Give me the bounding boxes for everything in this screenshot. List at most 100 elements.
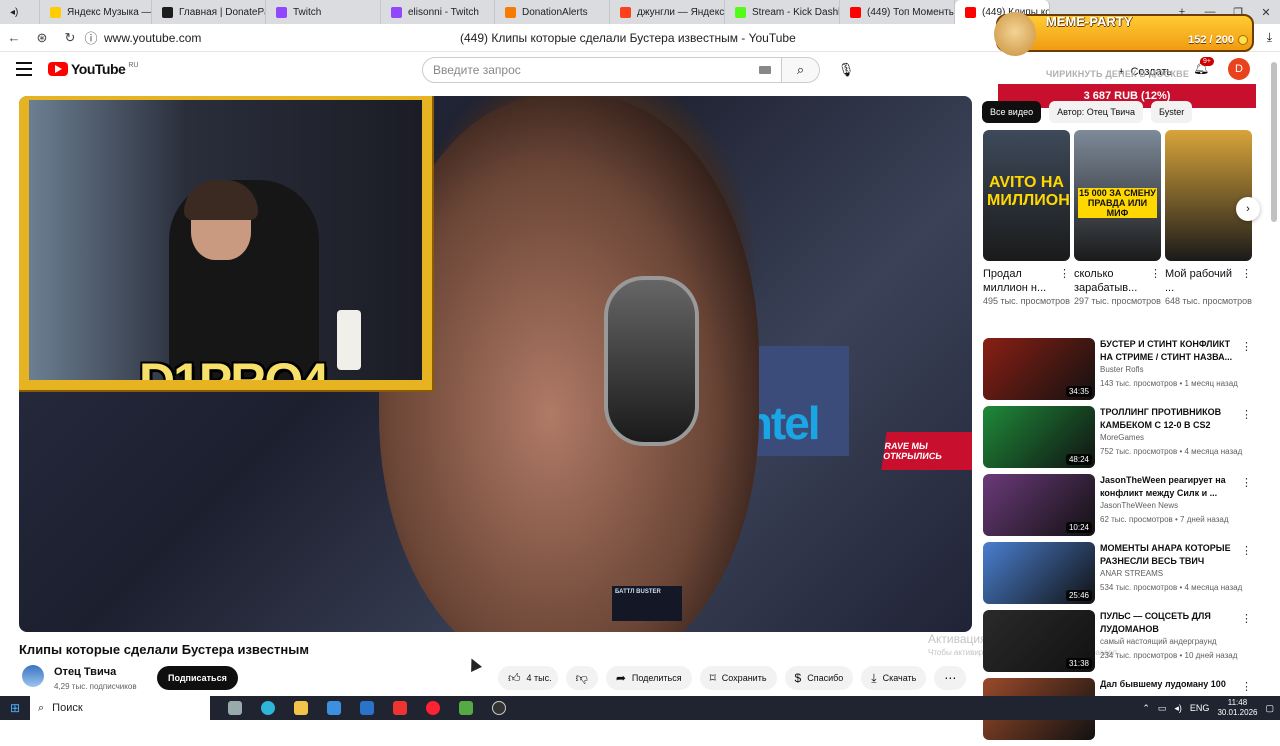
edge-icon[interactable] bbox=[251, 696, 284, 720]
share-button[interactable]: ➦ Поделиться bbox=[605, 666, 692, 690]
filter-chip[interactable]: Все видео bbox=[982, 101, 1042, 123]
channel-name[interactable]: MoreGames bbox=[1100, 433, 1144, 442]
tab-audio-control[interactable]: ◂) bbox=[0, 0, 40, 24]
page-scrollbar[interactable] bbox=[1270, 56, 1278, 696]
recommended-video[interactable]: 10:24 JasonTheWeen реагирует на конфликт … bbox=[983, 474, 1263, 542]
windows-start-icon[interactable]: ⊞ bbox=[0, 696, 30, 720]
recommended-list: 34:35 БУСТЕР И СТИНТ КОНФЛИКТ НА СТРИМЕ /… bbox=[983, 338, 1263, 746]
search-input[interactable]: Введите запрос bbox=[422, 57, 782, 83]
short-card[interactable]: 15 000 ЗА СМЕНУ ПРАВДА ИЛИ МИФ сколько за… bbox=[1074, 130, 1161, 308]
more-vert-icon[interactable]: ⋮ bbox=[1241, 340, 1252, 353]
url-field[interactable]: www.youtube.com bbox=[104, 31, 201, 45]
close-window-button[interactable]: ✕ bbox=[1252, 6, 1280, 19]
browser-tab[interactable]: Яндекс Музыка — со bbox=[40, 0, 152, 24]
reload-button[interactable]: ↻ bbox=[56, 30, 84, 46]
download-button[interactable]: ⤓ Скачать bbox=[861, 666, 927, 690]
short-views: 495 тыс. просмотров bbox=[983, 296, 1070, 306]
filter-chip[interactable]: Автор: Отец Твича bbox=[1049, 101, 1143, 123]
app-icon[interactable] bbox=[449, 696, 482, 720]
donation-goal-title: ЧИРИКНУТЬ ДЕНЕК В МОСКВЕ bbox=[1046, 69, 1190, 79]
yandex-icon[interactable] bbox=[416, 696, 449, 720]
recommended-video[interactable]: 25:46 МОМЕНТЫ АНАРА КОТОРЫЕ РАЗНЕСЛИ ВЕСЬ… bbox=[983, 542, 1263, 610]
mail-icon[interactable] bbox=[350, 696, 383, 720]
more-vert-icon[interactable]: ⋮ bbox=[1241, 476, 1252, 489]
video-title[interactable]: ПУЛЬС — СОЦСЕТЬ ДЛЯ ЛУДОМАНОВ bbox=[1100, 610, 1240, 636]
more-vert-icon[interactable]: ⋮ bbox=[1241, 544, 1252, 557]
search-button[interactable]: ⌕ bbox=[782, 57, 820, 83]
channel-avatar[interactable] bbox=[22, 665, 44, 687]
browser-tab[interactable]: Главная | DonatePay bbox=[152, 0, 266, 24]
video-title[interactable]: МОМЕНТЫ АНАРА КОТОРЫЕ РАЗНЕСЛИ ВЕСЬ ТВИЧ bbox=[1100, 542, 1240, 568]
short-thumbnail-text: 15 000 ЗА СМЕНУ ПРАВДА ИЛИ МИФ bbox=[1078, 188, 1157, 218]
more-vert-icon[interactable]: ⋮ bbox=[1241, 612, 1252, 625]
volume-icon[interactable]: ◂) bbox=[1174, 703, 1182, 714]
thanks-button[interactable]: $ Спасибо bbox=[784, 666, 854, 690]
short-card[interactable]: AVITO НА МИЛЛИОН Продал миллион н... ⋮ 495 … bbox=[983, 130, 1070, 308]
youtube-logo[interactable]: YouTube RU bbox=[48, 61, 138, 77]
channel-name[interactable]: JasonTheWeen News bbox=[1100, 501, 1178, 510]
video-title[interactable]: JasonTheWeen реагирует на конфликт между… bbox=[1100, 474, 1240, 500]
filter-chip[interactable]: Буster bbox=[1151, 101, 1193, 123]
task-view-icon[interactable] bbox=[218, 696, 251, 720]
meme-party-title: MEME-PARTY bbox=[1046, 14, 1133, 29]
short-thumbnail[interactable] bbox=[1165, 130, 1252, 261]
network-icon[interactable]: ▭ bbox=[1158, 703, 1167, 714]
recommended-video[interactable]: 31:38 ПУЛЬС — СОЦСЕТЬ ДЛЯ ЛУДОМАНОВ самый … bbox=[983, 610, 1263, 678]
save-button[interactable]: ⌑ Сохранить bbox=[699, 666, 777, 690]
video-thumbnail[interactable]: 25:46 bbox=[983, 542, 1095, 604]
browser-tab[interactable]: elisonni - Twitch bbox=[381, 0, 495, 24]
video-thumbnail[interactable]: 48:24 bbox=[983, 406, 1095, 468]
video-meta: 234 тыс. просмотров • 10 дней назад bbox=[1100, 651, 1238, 660]
short-thumbnail[interactable]: AVITO НА МИЛЛИОН bbox=[983, 130, 1070, 261]
recommended-video[interactable]: 48:24 ТРОЛЛИНГ ПРОТИВНИКОВ КАМБЕКОМ С 12-… bbox=[983, 406, 1263, 474]
like-button[interactable]: 👍︎ 4 тыс. bbox=[498, 666, 558, 690]
shorts-next-button[interactable]: › bbox=[1236, 197, 1260, 221]
more-actions-button[interactable]: ⋯ bbox=[934, 666, 967, 690]
store-icon[interactable] bbox=[317, 696, 350, 720]
browser-tab[interactable]: Stream - Kick Dashbo bbox=[725, 0, 840, 24]
recommended-video[interactable]: 34:35 БУСТЕР И СТИНТ КОНФЛИКТ НА СТРИМЕ /… bbox=[983, 338, 1263, 406]
subscribe-button[interactable]: Подписаться bbox=[157, 666, 238, 690]
voice-search-button[interactable]: 🎙︎ bbox=[834, 58, 858, 82]
channel-name[interactable]: самый настоящий андерграунд bbox=[1100, 637, 1217, 646]
browser-tab[interactable]: DonationAlerts bbox=[495, 0, 610, 24]
channel-name[interactable]: ANAR STREAMS bbox=[1100, 569, 1163, 578]
video-player[interactable]: intel RAVE МЫ ОТКРЫЛИСЬ БАТТЛ BUSTER D1P… bbox=[19, 96, 972, 632]
obs-icon[interactable] bbox=[482, 696, 515, 720]
yandex-icon[interactable]: ⊛ bbox=[28, 30, 56, 46]
security-info-icon[interactable]: ⓘ bbox=[84, 28, 98, 47]
channel-name[interactable]: Отец Твича bbox=[54, 666, 116, 678]
video-title[interactable]: БУСТЕР И СТИНТ КОНФЛИКТ НА СТРИМЕ / СТИН… bbox=[1100, 338, 1240, 364]
download-icon[interactable]: ⤓ bbox=[1267, 30, 1272, 45]
video-thumbnail[interactable]: 31:38 bbox=[983, 610, 1095, 672]
tray-chevron-icon[interactable]: ⌃ bbox=[1142, 703, 1150, 714]
more-vert-icon[interactable]: ⋮ bbox=[1241, 408, 1252, 421]
short-title[interactable]: Мой рабочий ... ⋮ bbox=[1165, 267, 1252, 295]
more-vert-icon[interactable]: ⋮ bbox=[1059, 267, 1070, 281]
browser-tab[interactable]: джунгли — Яндекс: bbox=[610, 0, 725, 24]
explorer-icon[interactable] bbox=[284, 696, 317, 720]
taskbar-search[interactable]: ⌕ Поиск bbox=[30, 696, 210, 720]
video-title[interactable]: ТРОЛЛИНГ ПРОТИВНИКОВ КАМБЕКОМ С 12-0 В C… bbox=[1100, 406, 1240, 432]
clock[interactable]: 11:48 30.01.2026 bbox=[1217, 698, 1257, 718]
short-title[interactable]: сколько зарабатыв... ⋮ bbox=[1074, 267, 1161, 295]
video-thumbnail[interactable]: 10:24 bbox=[983, 474, 1095, 536]
more-vert-icon[interactable]: ⋮ bbox=[1241, 267, 1252, 281]
back-button[interactable]: ← bbox=[0, 30, 28, 45]
more-vert-icon[interactable]: ⋮ bbox=[1150, 267, 1161, 281]
short-card[interactable]: Мой рабочий ... ⋮ 648 тыс. просмотров bbox=[1165, 130, 1252, 308]
channel-name[interactable]: Buster Rofls bbox=[1100, 365, 1144, 374]
keyboard-icon[interactable] bbox=[759, 66, 771, 74]
browser-tab[interactable]: (449) Топ Моменты с bbox=[840, 0, 955, 24]
avatar[interactable]: D bbox=[1228, 58, 1250, 80]
yandex-browser-icon[interactable] bbox=[383, 696, 416, 720]
language-indicator[interactable]: ENG bbox=[1190, 703, 1210, 713]
video-thumbnail[interactable]: 34:35 bbox=[983, 338, 1095, 400]
short-title[interactable]: Продал миллион н... ⋮ bbox=[983, 267, 1070, 295]
dislike-button[interactable]: 👎︎ bbox=[565, 666, 598, 690]
menu-icon[interactable] bbox=[16, 62, 32, 76]
notification-center-icon[interactable]: ▢ bbox=[1265, 703, 1274, 714]
short-thumbnail[interactable]: 15 000 ЗА СМЕНУ ПРАВДА ИЛИ МИФ bbox=[1074, 130, 1161, 261]
browser-tab[interactable]: Twitch bbox=[266, 0, 381, 24]
more-vert-icon[interactable]: ⋮ bbox=[1241, 680, 1252, 693]
